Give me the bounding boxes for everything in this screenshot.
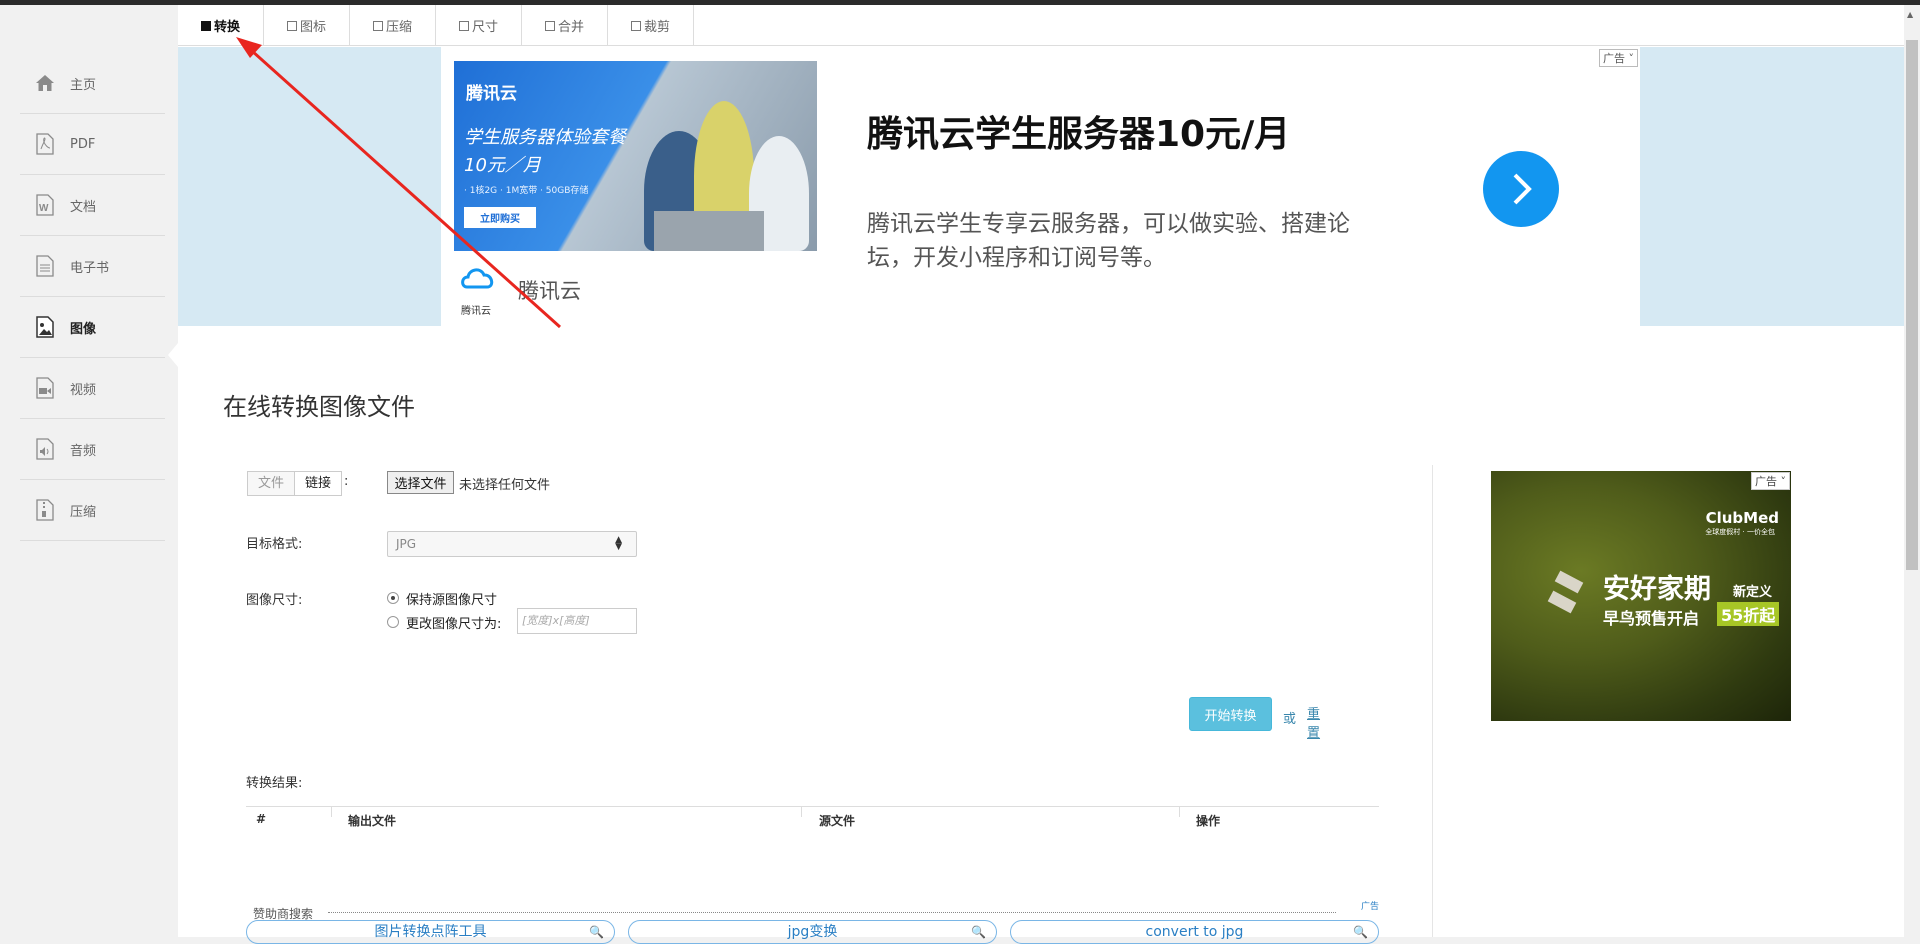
sidebar-item-label: 主页	[70, 77, 97, 93]
sidebar: 主页 PDF W 文档 电子书 图像 视频 音频 压缩	[0, 5, 178, 937]
no-file-text: 未选择任何文件	[459, 478, 551, 493]
or-text: 或	[1283, 712, 1297, 727]
side-ad-headline-suffix: 新定义	[1733, 585, 1773, 600]
sidebar-item-label: 电子书	[70, 260, 110, 276]
results-table: # 输出文件 源文件 操作	[246, 806, 1379, 828]
search-icon: 🔍	[589, 925, 604, 939]
target-format-label: 目标格式:	[246, 537, 303, 552]
keep-size-radio[interactable]	[387, 592, 399, 604]
side-ad-banner[interactable]: 广告 ˅ ClubMed 全球度假村 · 一价全包 安好家期 新定义 早鸟预售开…	[1491, 471, 1791, 721]
sidebar-item-label: 文档	[70, 199, 97, 215]
archive-icon	[34, 499, 56, 521]
ad-decor	[1554, 570, 1584, 594]
choose-file-button[interactable]: 选择文件	[387, 471, 454, 494]
select-arrows-icon: ▲ ▼	[615, 535, 622, 552]
col-separator	[1179, 807, 1180, 817]
sidebar-item-label: 音频	[70, 443, 97, 459]
ad-decor	[1547, 590, 1577, 614]
svg-text:W: W	[39, 203, 49, 214]
sponsor-search-pill[interactable]: jpg变换 🔍	[628, 920, 997, 944]
col-header-source: 源文件	[819, 814, 856, 828]
image-icon	[34, 316, 56, 338]
content-divider	[1432, 465, 1433, 937]
start-convert-button[interactable]: 开始转换	[1189, 697, 1272, 731]
side-ad-discount: 55折起	[1717, 602, 1780, 626]
change-size-label[interactable]: 更改图像尺寸为:	[406, 613, 501, 632]
pill-label: convert to jpg	[1145, 924, 1244, 940]
sponsor-search-pill[interactable]: 图片转换点阵工具 🔍	[246, 920, 615, 944]
results-label: 转换结果:	[246, 776, 303, 791]
source-link-tab[interactable]: 链接	[295, 472, 342, 495]
source-colon: :	[344, 474, 349, 489]
scrollbar-thumb[interactable]	[1906, 40, 1918, 570]
home-icon	[34, 72, 56, 94]
sponsor-ad-tag[interactable]: 广告	[1361, 899, 1379, 912]
convert-form: 文件 链接 : 选择文件 未选择任何文件 目标格式: JPG ▲ ▼ 图像尺寸: …	[178, 0, 1379, 944]
sidebar-item-label: PDF	[70, 136, 96, 152]
word-doc-icon: W	[34, 194, 56, 216]
search-icon: 🔍	[971, 925, 986, 939]
col-header-action: 操作	[1196, 814, 1221, 828]
pill-label: jpg变换	[787, 924, 838, 940]
chevron-right-icon	[1513, 173, 1532, 205]
ad-tag[interactable]: 广告 ˅	[1751, 472, 1790, 490]
ebook-icon	[34, 255, 56, 277]
active-item-indicator	[168, 343, 178, 367]
video-icon	[34, 377, 56, 399]
side-ad-headline: 安好家期	[1603, 574, 1711, 605]
change-size-radio[interactable]	[387, 616, 399, 628]
sponsor-search-pill[interactable]: convert to jpg 🔍	[1010, 920, 1379, 944]
source-toggle: 文件 链接	[247, 471, 343, 496]
target-format-value: JPG	[396, 537, 417, 551]
sidebar-item-audio[interactable]: 音频	[20, 419, 165, 480]
sponsor-divider	[328, 912, 1336, 913]
ad-brand-sub: 全球度假村 · 一价全包	[1705, 528, 1775, 536]
reset-link[interactable]: 重置	[1307, 703, 1320, 741]
sidebar-item-ebook[interactable]: 电子书	[20, 236, 165, 297]
ad-brand-logo: ClubMed	[1705, 509, 1779, 527]
ad-arrow-button[interactable]	[1483, 151, 1559, 227]
search-icon: 🔍	[1353, 925, 1368, 939]
sidebar-item-label: 图像	[70, 321, 97, 337]
sidebar-item-pdf[interactable]: PDF	[20, 114, 165, 175]
side-ad-line2: 早鸟预售开启	[1603, 609, 1700, 628]
sidebar-item-home[interactable]: 主页	[20, 53, 165, 114]
sidebar-item-label: 视频	[70, 382, 97, 398]
sidebar-item-video[interactable]: 视频	[20, 358, 165, 419]
pdf-icon	[34, 133, 56, 155]
size-placeholder: [宽度]x[高度]	[522, 614, 590, 627]
col-header-index: #	[256, 812, 267, 826]
ad-tag[interactable]: 广告 ˅	[1599, 49, 1638, 67]
sidebar-item-image[interactable]: 图像	[20, 297, 165, 358]
keep-size-label[interactable]: 保持源图像尺寸	[406, 589, 497, 608]
col-separator	[331, 807, 332, 817]
sidebar-item-archive[interactable]: 压缩	[20, 480, 165, 541]
audio-icon	[34, 438, 56, 460]
sidebar-item-document[interactable]: W 文档	[20, 175, 165, 236]
target-format-select[interactable]: JPG ▲ ▼	[387, 531, 637, 557]
image-size-label: 图像尺寸:	[246, 593, 303, 608]
col-separator	[801, 807, 802, 817]
sidebar-item-label: 压缩	[70, 504, 97, 520]
col-header-output: 输出文件	[348, 814, 397, 828]
pill-label: 图片转换点阵工具	[374, 924, 487, 940]
size-input[interactable]: [宽度]x[高度]	[517, 608, 637, 634]
source-file-tab[interactable]: 文件	[248, 472, 296, 495]
scroll-up-icon[interactable]: ▲	[1907, 10, 1913, 19]
